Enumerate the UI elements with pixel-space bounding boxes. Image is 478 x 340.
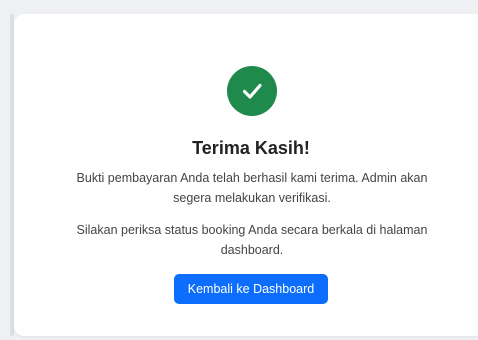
page: Terima Kasih! Bukti pembayaran Anda tela… — [0, 0, 478, 340]
check-circle-icon — [227, 66, 277, 116]
back-to-dashboard-button[interactable]: Kembali ke Dashboard — [174, 274, 328, 304]
payment-received-message: Bukti pembayaran Anda telah berhasil kam… — [76, 171, 428, 205]
check-status-message: Silakan periksa status booking Anda seca… — [76, 223, 428, 257]
confirmation-title: Terima Kasih! — [192, 138, 310, 158]
